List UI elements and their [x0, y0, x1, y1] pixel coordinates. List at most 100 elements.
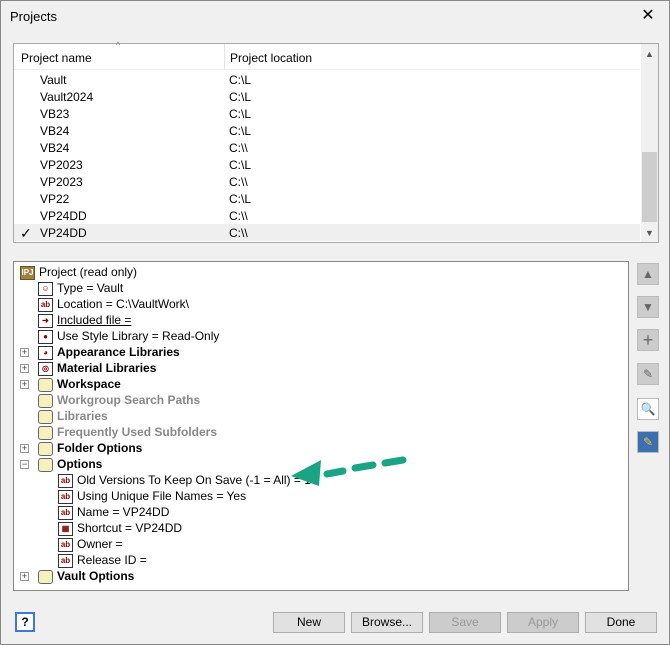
project-location: C:\\ — [229, 226, 248, 240]
expand-toggle-icon[interactable]: + — [20, 364, 29, 373]
tree-item[interactable]: + Workspace — [20, 377, 121, 393]
tree-node-icon — [38, 409, 53, 424]
tree-item-label: Workgroup Search Paths — [57, 393, 201, 407]
project-location: C:\L — [229, 124, 252, 138]
project-name: VB24 — [40, 124, 70, 138]
column-project-name[interactable]: Project name — [21, 51, 92, 65]
edit-pencil-icon[interactable]: ✎ — [637, 363, 659, 385]
scroll-thumb[interactable] — [642, 152, 657, 222]
project-row[interactable]: VP22 C:\L — [14, 190, 640, 207]
tree-item-label: Use Style Library = Read-Only — [57, 329, 220, 343]
expand-toggle-icon[interactable]: + — [20, 444, 29, 453]
tree-item-label: Old Versions To Keep On Save (-1 = All) … — [77, 473, 311, 487]
project-location: C:\L — [229, 90, 252, 104]
project-row[interactable]: VB24 C:\L — [14, 122, 640, 139]
tree-item[interactable]: Frequently Used Subfolders — [38, 425, 217, 441]
project-location: C:\\ — [229, 141, 248, 155]
tree-item[interactable]: Workgroup Search Paths — [38, 393, 200, 409]
project-name: VP2023 — [40, 158, 83, 172]
edit-project-icon[interactable]: ✎ — [637, 431, 659, 453]
project-row[interactable]: VB23 C:\L — [14, 105, 640, 122]
project-name: Vault — [40, 73, 67, 87]
apply-button[interactable]: Apply — [507, 612, 579, 633]
tree-node-icon — [38, 393, 53, 408]
project-row[interactable]: Vault2024 C:\L — [14, 88, 640, 105]
expand-toggle-icon[interactable]: + — [20, 348, 29, 357]
tree-item-label: Location = C:\VaultWork\ — [57, 297, 189, 311]
tree-item[interactable]: ● Use Style Library = Read-Only — [38, 329, 219, 345]
tree-item[interactable]: − Options — [20, 457, 103, 473]
collapse-toggle-icon[interactable]: − — [20, 460, 29, 469]
tree-item-label: Material Libraries — [57, 361, 157, 375]
sort-arrow-icon: ^ — [116, 40, 121, 50]
tree-node-icon — [38, 457, 53, 472]
scroll-up-icon[interactable]: ▲ — [641, 49, 658, 59]
tree-item[interactable]: + ◎ Material Libraries — [20, 361, 157, 377]
move-up-button[interactable]: ▲ — [637, 263, 659, 285]
tree-node-icon — [38, 377, 53, 392]
tree-item-label: Frequently Used Subfolders — [57, 425, 218, 439]
project-row[interactable]: VP2023 C:\\ — [14, 173, 640, 190]
tree-item[interactable]: + Vault Options — [20, 569, 135, 585]
expand-toggle-icon[interactable]: + — [20, 572, 29, 581]
move-down-button[interactable]: ▼ — [637, 296, 659, 318]
project-location: C:\L — [229, 158, 252, 172]
tree-item[interactable]: ▦ Shortcut = VP24DD — [58, 521, 182, 537]
project-list[interactable]: ^ Project name Project location Vault C:\… — [13, 40, 659, 243]
tree-item[interactable]: ab Using Unique File Names = Yes — [58, 489, 246, 505]
tree-node-icon: ● — [38, 329, 53, 344]
project-row[interactable]: ✓ VP24DD C:\\ — [14, 224, 640, 241]
project-location: C:\L — [229, 107, 252, 121]
project-name: VP24DD — [40, 226, 87, 240]
project-settings-tree[interactable]: IPJ Project (read only) ☺ Type = Vault ab Loc… — [13, 261, 629, 591]
tree-item-label: Vault Options — [57, 569, 135, 583]
project-location: C:\L — [229, 192, 252, 206]
list-scrollbar[interactable]: ▲ ▼ — [641, 44, 658, 242]
tree-node-icon: ab — [58, 505, 73, 520]
tree-node-icon: ☺ — [38, 281, 53, 296]
browse-button[interactable]: Browse... — [351, 612, 423, 633]
project-row[interactable]: VP24DD C:\\ — [14, 207, 640, 224]
annotation-arrow-icon — [291, 456, 407, 486]
tree-item-label: Owner = — [77, 537, 123, 551]
tree-node-icon: ◎ — [38, 361, 53, 376]
expand-toggle-icon[interactable]: + — [20, 380, 29, 389]
project-row[interactable]: Vault C:\L — [14, 71, 640, 88]
tree-item[interactable]: ➜ Included file = — [38, 313, 131, 329]
done-button[interactable]: Done — [585, 612, 657, 633]
tree-item[interactable]: + Folder Options — [20, 441, 143, 457]
tree-item-label: Name = VP24DD — [77, 505, 170, 519]
window-title: Projects — [10, 9, 57, 24]
add-button[interactable]: + — [637, 329, 659, 351]
tree-item[interactable]: ☺ Type = Vault — [38, 281, 123, 297]
save-button[interactable]: Save — [429, 612, 501, 633]
tree-item[interactable]: ab Name = VP24DD — [58, 505, 169, 521]
tree-item[interactable]: ab Owner = — [58, 537, 123, 553]
help-button[interactable]: ? — [15, 612, 35, 632]
new-button[interactable]: New — [273, 612, 345, 633]
tree-item-label: Options — [57, 457, 103, 471]
tree-node-icon: IPJ — [20, 265, 35, 280]
tree-item[interactable]: IPJ Project (read only) — [20, 265, 137, 281]
tree-item-label: Project (read only) — [39, 265, 138, 279]
tree-node-icon: ab — [38, 297, 53, 312]
tree-item[interactable]: ab Old Versions To Keep On Save (-1 = All… — [58, 473, 311, 489]
tree-node-icon: ➜ — [38, 313, 53, 328]
tree-node-icon — [38, 441, 53, 456]
find-file-icon[interactable]: 🔍 — [637, 398, 659, 420]
project-name: VP24DD — [40, 209, 87, 223]
project-row[interactable]: VP2023 C:\L — [14, 156, 640, 173]
tree-item[interactable]: + ◕ Appearance Libraries — [20, 345, 180, 361]
project-row[interactable]: VB24 C:\\ — [14, 139, 640, 156]
tree-node-icon: ab — [58, 473, 73, 488]
project-location: C:\\ — [229, 209, 248, 223]
tree-item[interactable]: Libraries — [38, 409, 108, 425]
column-project-location[interactable]: Project location — [230, 51, 312, 65]
scroll-down-icon[interactable]: ▼ — [641, 228, 658, 238]
project-name: VP22 — [40, 192, 70, 206]
tree-item[interactable]: ab Release ID = — [58, 553, 147, 569]
close-button[interactable]: ✕ — [633, 5, 663, 27]
tree-item[interactable]: ab Location = C:\VaultWork\ — [38, 297, 189, 313]
tree-item-label: Folder Options — [57, 441, 143, 455]
tree-node-icon: ▦ — [58, 521, 73, 536]
